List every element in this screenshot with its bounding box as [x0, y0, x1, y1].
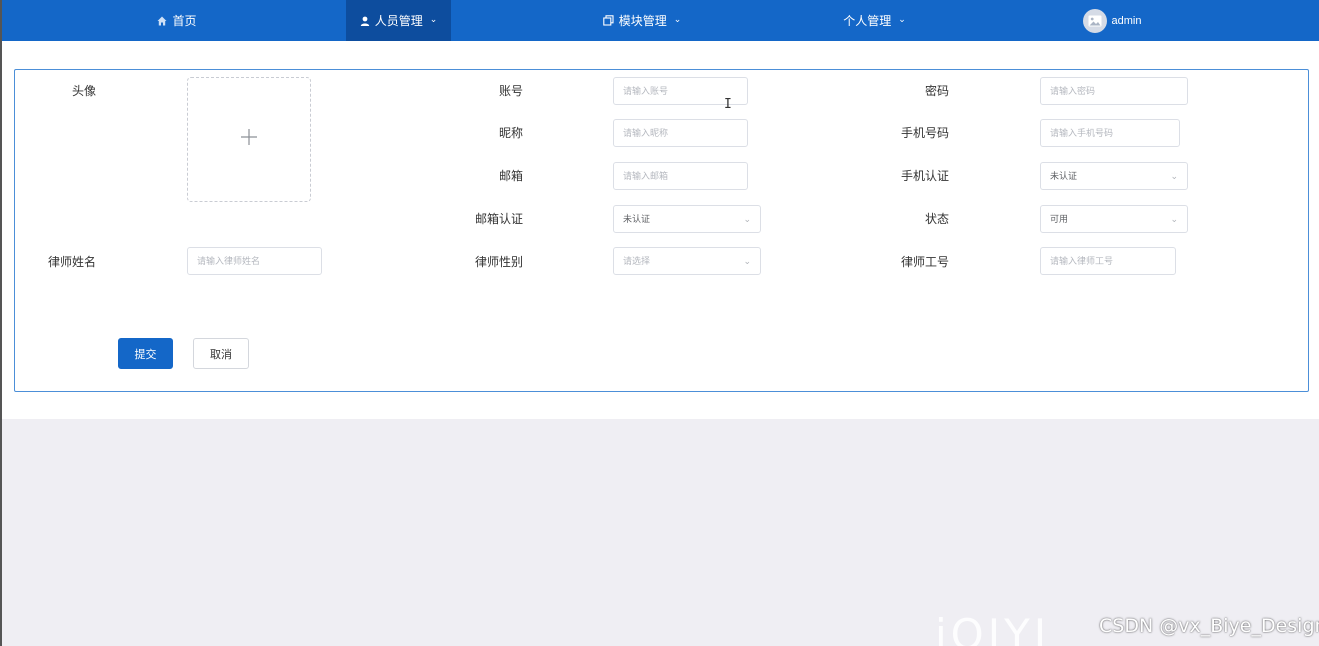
nav-home-label: 首页 [172, 14, 197, 28]
chevron-down-icon: ⌄ [898, 14, 906, 24]
account-label: 账号 [498, 84, 523, 98]
text-cursor-icon: I [724, 97, 732, 112]
nav-modules-label: 模块管理 [618, 14, 667, 28]
watermark-ghost: iQIYI [935, 610, 1051, 646]
password-label: 密码 [924, 84, 949, 98]
phone-verify-select[interactable]: 未认证 ⌄ [1040, 162, 1188, 190]
lawyer-id-label: 律师工号 [900, 255, 949, 269]
chevron-down-icon: ⌄ [673, 14, 682, 24]
avatar [1082, 8, 1107, 33]
email-input[interactable]: 请输入邮箱 [613, 162, 748, 190]
avatar-uploader[interactable] [187, 77, 311, 202]
email-verify-label: 邮箱认证 [474, 212, 523, 226]
email-verify-select[interactable]: 未认证 ⌄ [613, 205, 761, 233]
user-name: admin [1111, 14, 1142, 27]
cancel-button[interactable]: 取消 [193, 338, 249, 369]
watermark: CSDN @vx_Biye_Design [1099, 615, 1319, 637]
phone-verify-value: 未认证 [1050, 171, 1078, 181]
avatar-label: 头像 [71, 84, 96, 98]
nickname-label: 昵称 [498, 126, 523, 140]
phone-input[interactable]: 请输入手机号码 [1040, 119, 1180, 147]
status-select[interactable]: 可用 ⌄ [1040, 205, 1188, 233]
image-icon [1088, 15, 1102, 26]
nav-modules[interactable]: 模块管理 ⌄ [587, 0, 697, 41]
chevron-down-icon: ⌄ [1170, 214, 1178, 224]
phone-verify-label: 手机认证 [900, 169, 949, 183]
lawyer-gender-label: 律师性别 [474, 255, 523, 269]
email-verify-value: 未认证 [623, 214, 651, 224]
nav-personnel[interactable]: 人员管理 ⌄ [346, 0, 451, 41]
lawyer-gender-placeholder: 请选择 [623, 256, 651, 266]
chevron-down-icon: ⌄ [743, 214, 751, 224]
home-icon [157, 16, 167, 26]
nav-personnel-label: 人员管理 [374, 14, 423, 28]
lawyer-name-label: 律师姓名 [47, 255, 96, 269]
nav-personal[interactable]: 个人管理 ⌄ [827, 0, 922, 41]
nav-home[interactable]: 首页 [132, 0, 222, 41]
nav-personal-label: 个人管理 [843, 14, 892, 28]
phone-label: 手机号码 [900, 126, 949, 140]
user-menu[interactable]: admin [1072, 0, 1152, 41]
password-input[interactable]: 请输入密码 [1040, 77, 1188, 105]
email-label: 邮箱 [498, 169, 523, 183]
lawyer-name-input[interactable]: 请输入律师姓名 [187, 247, 322, 275]
chevron-down-icon: ⌄ [429, 14, 438, 24]
submit-button[interactable]: 提交 [118, 338, 173, 369]
status-value: 可用 [1050, 214, 1069, 224]
chevron-down-icon: ⌄ [743, 256, 751, 266]
plus-icon [240, 128, 258, 151]
status-label: 状态 [924, 212, 949, 226]
chevron-down-icon: ⌄ [1170, 171, 1178, 181]
lawyer-id-input[interactable]: 请输入律师工号 [1040, 247, 1176, 275]
user-icon [360, 16, 370, 26]
top-navigation-bar: 首页 人员管理 ⌄ 模块管理 ⌄ 个人管理 ⌄ admin [2, 0, 1319, 41]
lawyer-gender-select[interactable]: 请选择 ⌄ [613, 247, 761, 275]
copy-icon [602, 15, 614, 26]
nickname-input[interactable]: 请输入昵称 [613, 119, 748, 147]
